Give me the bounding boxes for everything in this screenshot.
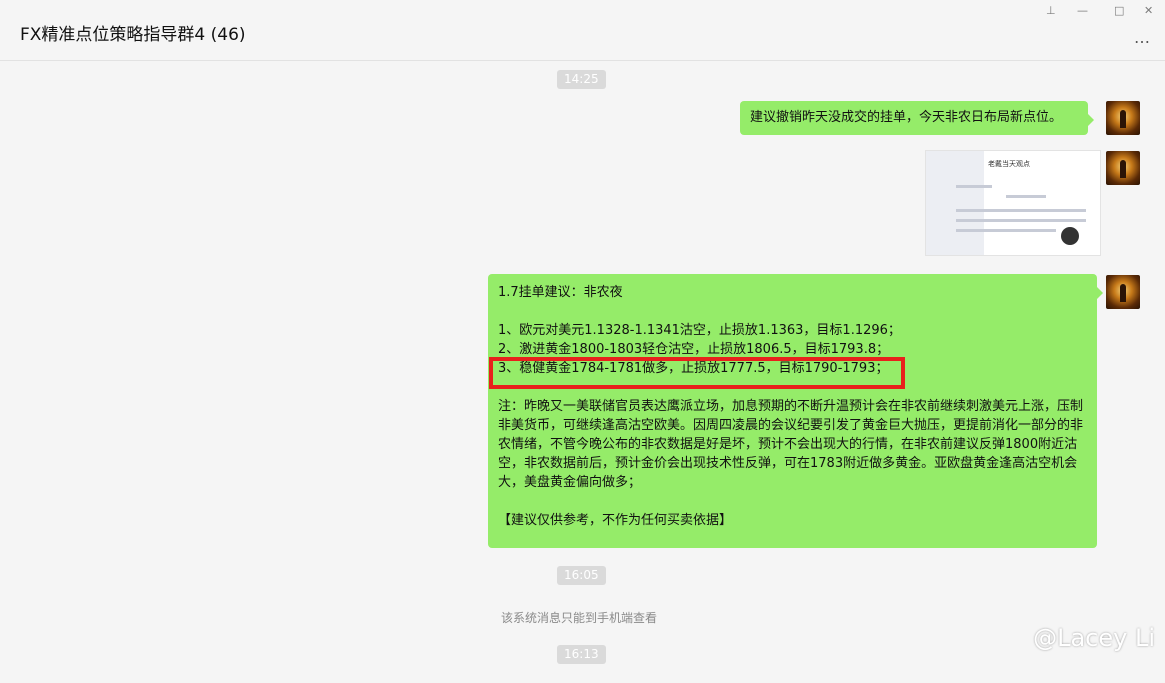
close-button[interactable]: ✕ bbox=[1144, 4, 1153, 18]
image-sidebar bbox=[926, 151, 984, 255]
message-line: 1、欧元对美元1.1328-1.1341沽空，止损放1.1363，目标1.129… bbox=[498, 323, 901, 338]
image-row bbox=[1006, 195, 1046, 198]
timestamp: 14:25 bbox=[557, 70, 606, 89]
minimize-button[interactable]: — bbox=[1077, 4, 1088, 18]
avatar[interactable] bbox=[1106, 275, 1140, 309]
image-row bbox=[956, 185, 992, 188]
image-doc-title: 老戴当天观点 bbox=[988, 160, 1030, 168]
lock-icon bbox=[1061, 227, 1079, 245]
timestamp: 16:13 bbox=[557, 645, 606, 664]
message-disclaimer: 【建议仅供参考，不作为任何买卖依据】 bbox=[498, 513, 733, 528]
message-line: 1.7挂单建议：非农夜 bbox=[498, 285, 623, 300]
image-row bbox=[956, 209, 1086, 212]
avatar[interactable] bbox=[1106, 101, 1140, 135]
message-bubble[interactable]: 1.7挂单建议：非农夜 1、欧元对美元1.1328-1.1341沽空，止损放1.… bbox=[488, 274, 1103, 548]
image-row bbox=[956, 229, 1056, 232]
more-options-icon[interactable]: … bbox=[1134, 28, 1151, 47]
title-bar: FX精准点位策略指导群4 (46) ⊥ — □ ✕ … bbox=[0, 0, 1165, 61]
message-note: 注：昨晚又一美联储官员表达鹰派立场，加息预期的不断升温预计会在非农前继续刺激美元… bbox=[498, 399, 1084, 490]
watermark: @Lacey Li bbox=[1033, 624, 1155, 652]
chat-title: FX精准点位策略指导群4 (46) bbox=[20, 25, 246, 45]
timestamp: 16:05 bbox=[557, 566, 606, 585]
image-row bbox=[956, 219, 1086, 222]
message-bubble[interactable]: 建议撤销昨天没成交的挂单，今天非农日布局新点位。 bbox=[740, 101, 1094, 135]
pin-icon[interactable]: ⊥ bbox=[1046, 4, 1056, 18]
image-message[interactable]: 老戴当天观点 bbox=[925, 150, 1101, 256]
avatar[interactable] bbox=[1106, 151, 1140, 185]
maximize-button[interactable]: □ bbox=[1114, 4, 1124, 18]
system-message: 该系统消息只能到手机端查看 bbox=[501, 611, 658, 625]
red-highlight-box bbox=[489, 357, 905, 389]
